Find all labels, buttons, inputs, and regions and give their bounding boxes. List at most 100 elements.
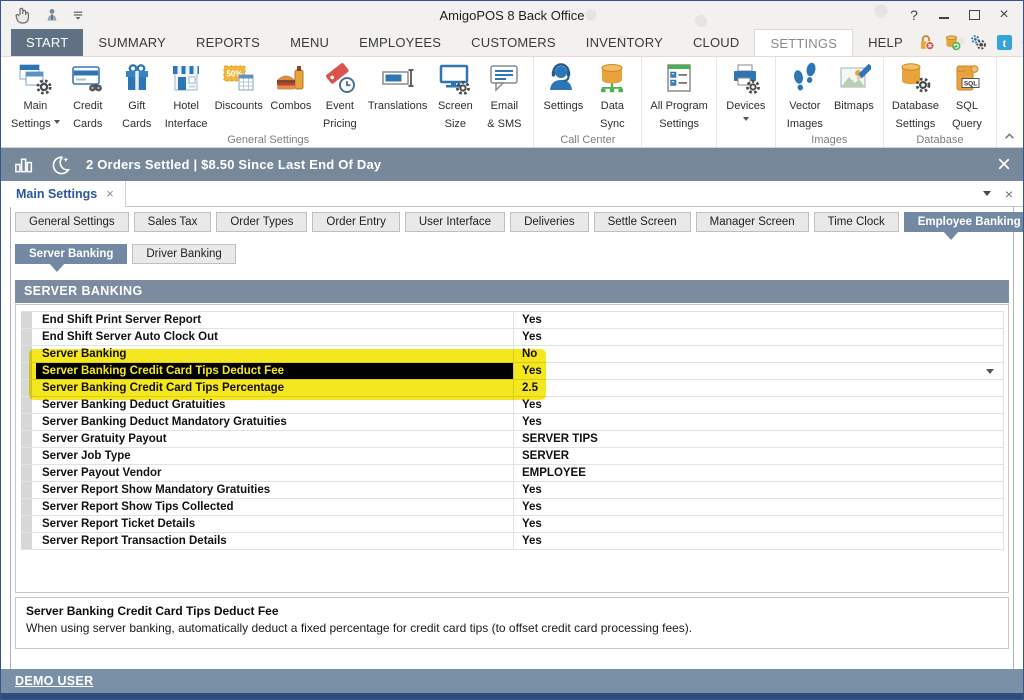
end-of-day-icon[interactable]	[49, 154, 71, 176]
gears-icon[interactable]	[970, 34, 987, 51]
grid-row-end-shift-print-server-report[interactable]: End Shift Print Server Report Yes	[21, 312, 1003, 329]
ribbon-button-discounts[interactable]: 50% Discounts	[212, 60, 266, 115]
ribbon-group-call-center: Settings Data Sync Call Center	[534, 57, 642, 147]
ribbon-tab-start[interactable]: START	[11, 29, 83, 56]
ribbon-button-gift-cards[interactable]: Gift Cards	[113, 60, 161, 133]
ribbon-tab-help[interactable]: HELP	[853, 29, 918, 56]
ribbon-tab-settings[interactable]: SETTINGS	[754, 29, 853, 56]
login-user-icon[interactable]	[44, 7, 60, 23]
tab-order-entry[interactable]: Order Entry	[312, 212, 399, 232]
setting-value[interactable]: 2.5	[514, 380, 1003, 396]
grid-row-server-banking-credit-card-tips-deduct-fee[interactable]: Server Banking Credit Card Tips Deduct F…	[21, 363, 1003, 380]
ribbon-tab-reports[interactable]: REPORTS	[181, 29, 275, 56]
setting-value[interactable]: EMPLOYEE	[514, 465, 1003, 481]
customize-toolbar-icon[interactable]	[71, 8, 85, 22]
grid-row-server-report-show-mandatory-gratuities[interactable]: Server Report Show Mandatory Gratuities …	[21, 482, 1003, 499]
notification-close-icon[interactable]: ×	[997, 148, 1011, 181]
hand-cursor-icon[interactable]	[13, 5, 33, 25]
tab-settle-screen[interactable]: Settle Screen	[594, 212, 691, 232]
grid-row-server-job-type[interactable]: Server Job Type SERVER	[21, 448, 1003, 465]
ribbon-tab-menu[interactable]: MENU	[275, 29, 344, 56]
ribbon-button-devices[interactable]: Devices	[722, 60, 770, 125]
setting-label: Server Job Type	[36, 448, 514, 464]
screen-size-icon	[438, 61, 472, 95]
twitter-icon[interactable]: t	[996, 34, 1013, 51]
tab-list-dropdown-icon[interactable]	[983, 191, 991, 200]
tab-order-types[interactable]: Order Types	[216, 212, 307, 232]
setting-value[interactable]: Yes	[514, 363, 1003, 379]
grid-row-server-payout-vendor[interactable]: Server Payout Vendor EMPLOYEE	[21, 465, 1003, 482]
doc-tab-close-icon[interactable]: ×	[106, 187, 114, 200]
setting-value[interactable]: SERVER TIPS	[514, 431, 1003, 447]
setting-value[interactable]: Yes	[514, 312, 1003, 328]
grid-row-server-banking-credit-card-tips-percentage[interactable]: Server Banking Credit Card Tips Percenta…	[21, 380, 1003, 397]
tab-user-interface[interactable]: User Interface	[405, 212, 505, 232]
tab-deliveries[interactable]: Deliveries	[510, 212, 589, 232]
ribbon-button-bitmaps[interactable]: Bitmaps	[830, 60, 878, 115]
setting-value[interactable]: Yes	[514, 499, 1003, 515]
setting-label: End Shift Server Auto Clock Out	[36, 329, 514, 345]
tab-server-banking[interactable]: Server Banking	[15, 244, 127, 264]
setting-value[interactable]: Yes	[514, 516, 1003, 532]
minimize-icon[interactable]	[929, 3, 959, 27]
tab-employee-banking[interactable]: Employee Banking	[904, 212, 1024, 232]
grid-row-end-shift-server-auto-clock-out[interactable]: End Shift Server Auto Clock Out Yes	[21, 329, 1003, 346]
grid-row-server-report-ticket-details[interactable]: Server Report Ticket Details Yes	[21, 516, 1003, 533]
ribbon-group-database: Database Settings SQL SQL Query Database	[884, 57, 997, 147]
ribbon-button-label: Gift Cards	[122, 100, 151, 130]
ribbon-tab-inventory[interactable]: INVENTORY	[571, 29, 678, 56]
setting-value[interactable]: Yes	[514, 329, 1003, 345]
grid-row-server-banking-deduct-mandatory-gratuities[interactable]: Server Banking Deduct Mandatory Gratuiti…	[21, 414, 1003, 431]
help-icon[interactable]: ?	[899, 3, 929, 27]
dropdown-arrow-icon[interactable]	[986, 369, 994, 378]
ribbon-button-vector-images[interactable]: Vector Images	[781, 60, 829, 133]
database-sync-icon[interactable]	[944, 34, 961, 51]
tab-time-clock[interactable]: Time Clock	[814, 212, 899, 232]
ribbon-button-database-settings[interactable]: Database Settings	[889, 60, 942, 133]
row-gutter	[21, 414, 32, 430]
ribbon-tabs: STARTSUMMARYREPORTSMENUEMPLOYEESCUSTOMER…	[11, 29, 918, 56]
grid-row-server-banking[interactable]: Server Banking No	[21, 346, 1003, 363]
ribbon-tab-customers[interactable]: CUSTOMERS	[456, 29, 571, 56]
lock-icon[interactable]	[918, 34, 935, 51]
ribbon-button-settings[interactable]: Settings	[539, 60, 587, 115]
ribbon-tab-employees[interactable]: EMPLOYEES	[344, 29, 456, 56]
tab-manager-screen[interactable]: Manager Screen	[696, 212, 809, 232]
setting-value[interactable]: SERVER	[514, 448, 1003, 464]
bar-chart-icon	[13, 154, 34, 175]
collapse-ribbon-icon[interactable]	[1004, 131, 1015, 142]
ribbon-button-screen-size[interactable]: Screen Size	[431, 60, 479, 133]
doc-tabs-close-icon[interactable]: ×	[1005, 187, 1013, 201]
ribbon-button-data-sync[interactable]: Data Sync	[588, 60, 636, 133]
current-user-link[interactable]: DEMO USER	[15, 674, 93, 688]
ribbon-tab-summary[interactable]: SUMMARY	[83, 29, 181, 56]
ribbon-button-event-pricing[interactable]: Event Pricing	[316, 60, 364, 133]
ribbon-button-hotel-interface[interactable]: Hotel Interface	[162, 60, 211, 133]
setting-value[interactable]: Yes	[514, 414, 1003, 430]
ribbon-button-email-sms[interactable]: Email & SMS	[480, 60, 528, 133]
maximize-icon[interactable]	[959, 3, 989, 27]
grid-row-server-gratuity-payout[interactable]: Server Gratuity Payout SERVER TIPS	[21, 431, 1003, 448]
setting-value[interactable]: Yes	[514, 397, 1003, 413]
grid-row-server-report-transaction-details[interactable]: Server Report Transaction Details Yes	[21, 533, 1003, 550]
tab-driver-banking[interactable]: Driver Banking	[132, 244, 235, 264]
setting-value[interactable]: Yes	[514, 482, 1003, 498]
ribbon-button-combos[interactable]: Combos	[267, 60, 315, 115]
close-icon[interactable]: ×	[989, 3, 1019, 27]
setting-value[interactable]: Yes	[514, 533, 1003, 549]
ribbon-button-all-program-settings[interactable]: All Program Settings	[647, 60, 710, 133]
ribbon-button-translations[interactable]: Translations	[365, 60, 431, 115]
tab-sales-tax[interactable]: Sales Tax	[134, 212, 212, 232]
doc-tab-main-settings[interactable]: Main Settings ×	[1, 181, 126, 207]
grid-row-server-report-show-tips-collected[interactable]: Server Report Show Tips Collected Yes	[21, 499, 1003, 516]
ribbon-button-credit-cards[interactable]: Credit Cards	[64, 60, 112, 133]
ribbon-button-main-settings[interactable]: Main Settings	[8, 60, 63, 133]
grid-row-server-banking-deduct-gratuities[interactable]: Server Banking Deduct Gratuities Yes	[21, 397, 1003, 414]
app-window: AmigoPOS 8 Back Office ? × STARTSUMMARYR…	[0, 0, 1024, 700]
ribbon-tab-cloud[interactable]: CLOUD	[678, 29, 755, 56]
ribbon-button-sql-query[interactable]: SQL SQL Query	[943, 60, 991, 133]
setting-value[interactable]: No	[514, 346, 1003, 362]
tab-general-settings[interactable]: General Settings	[15, 212, 129, 232]
row-gutter	[21, 397, 32, 413]
ribbon-group-label: Call Center	[535, 133, 640, 149]
